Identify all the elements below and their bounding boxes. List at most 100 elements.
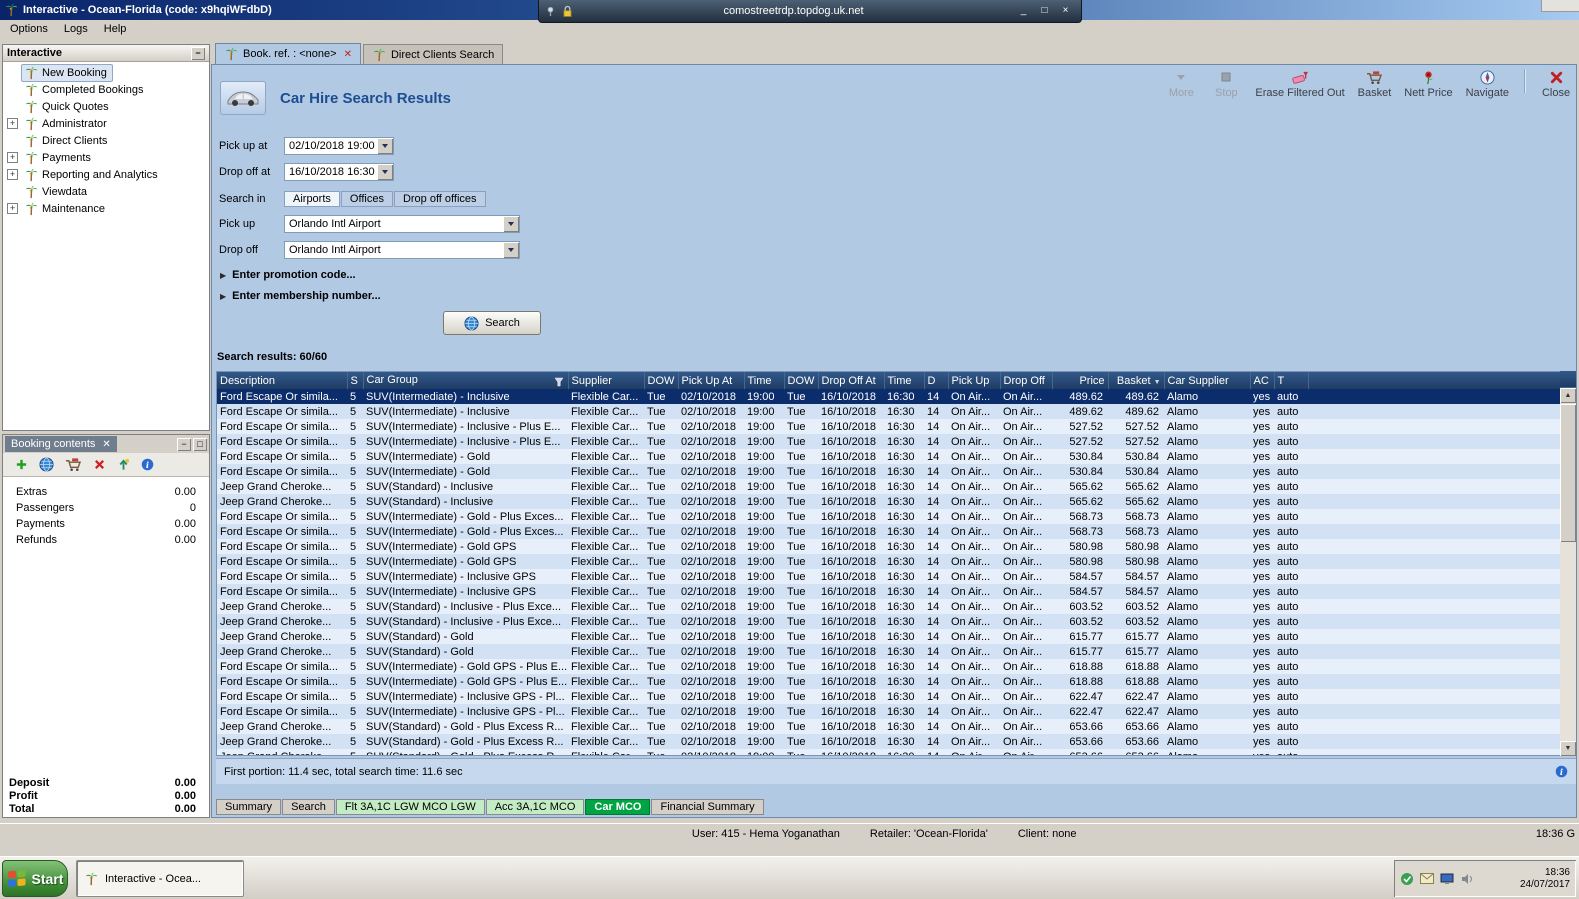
bottom-tab-acc-3a-1c-mco[interactable]: Acc 3A,1C MCO	[485, 799, 585, 815]
column-header-s[interactable]: S	[347, 372, 364, 389]
taskbar-task-button[interactable]: Interactive - Ocea...	[76, 860, 244, 897]
column-header-car-supplier[interactable]: Car Supplier	[1164, 372, 1251, 389]
result-row[interactable]: Ford Escape Or simila... 5 SUV(Intermediat…	[217, 554, 1560, 569]
basket-button[interactable]: Basket	[1358, 67, 1391, 99]
result-row[interactable]: Ford Escape Or simila... 5 SUV(Intermediat…	[217, 419, 1560, 434]
taskbar-clock[interactable]: 18:36 24/07/2017	[1520, 867, 1570, 891]
filter-icon[interactable]	[554, 377, 564, 387]
column-header-supplier[interactable]: Supplier	[568, 372, 645, 389]
result-row[interactable]: Ford Escape Or simila... 5 SUV(Intermediat…	[217, 674, 1560, 689]
result-row[interactable]: Ford Escape Or simila... 5 SUV(Intermediat…	[217, 464, 1560, 479]
nett-price-button[interactable]: Nett Price	[1404, 67, 1453, 99]
result-row[interactable]: Ford Escape Or simila... 5 SUV(Intermediat…	[217, 434, 1560, 449]
chevron-down-icon[interactable]	[503, 216, 519, 232]
scrollbar-thumb[interactable]	[1560, 404, 1576, 542]
bottom-tab-car-mco[interactable]: Car MCO	[585, 799, 651, 815]
booking-row-extras[interactable]: Extras 0.00	[3, 484, 209, 500]
basket-icon[interactable]	[65, 457, 82, 472]
tab-direct-clients-search[interactable]: Direct Clients Search	[362, 44, 504, 64]
upload-icon[interactable]	[117, 458, 130, 471]
search-in-tab-drop-off-offices[interactable]: Drop off offices	[393, 191, 486, 207]
scroll-up-icon[interactable]: ▲	[1560, 388, 1576, 403]
tray-volume-icon[interactable]	[1460, 873, 1474, 885]
info-icon[interactable]: i	[1555, 765, 1568, 778]
sidebar-item-reporting-and-analytics[interactable]: + Reporting and Analytics	[3, 166, 209, 183]
close-icon[interactable]: ✕	[102, 439, 110, 450]
scroll-down-icon[interactable]: ▼	[1560, 741, 1576, 756]
close-tab-icon[interactable]: ✕	[344, 49, 352, 60]
column-header-car-group[interactable]: Car Group	[363, 372, 569, 389]
result-row[interactable]: Ford Escape Or simila... 5 SUV(Intermediat…	[217, 389, 1560, 404]
tab-book-ref-none[interactable]: Book. ref. : <none> ✕	[215, 43, 361, 64]
globe-icon[interactable]	[39, 457, 54, 472]
booking-contents-tab[interactable]: Booking contents ✕	[5, 436, 117, 452]
close-icon[interactable]: ×	[1056, 4, 1075, 19]
column-header-basket[interactable]: Basket ▼	[1108, 372, 1165, 389]
promotion-code-expander[interactable]: ▶ Enter promotion code...	[220, 269, 356, 281]
result-row[interactable]: Ford Escape Or simila... 5 SUV(Intermediat…	[217, 569, 1560, 584]
menu-options[interactable]: Options	[2, 22, 56, 36]
column-header-time-2[interactable]: Time	[884, 372, 925, 389]
minimize-panel-button[interactable]: −	[177, 437, 191, 451]
bottom-tab-search[interactable]: Search	[282, 799, 335, 815]
bottom-tab-financial-summary[interactable]: Financial Summary	[651, 799, 764, 815]
tray-app-icon[interactable]	[1400, 872, 1414, 886]
sidebar-item-administrator[interactable]: + Administrator	[3, 115, 209, 132]
result-row[interactable]: Ford Escape Or simila... 5 SUV(Intermediat…	[217, 659, 1560, 674]
expand-icon[interactable]: +	[7, 152, 18, 163]
column-header-dow[interactable]: DOW	[644, 372, 679, 389]
column-header-t[interactable]: T	[1274, 372, 1309, 389]
result-row[interactable]: Ford Escape Or simila... 5 SUV(Intermediat…	[217, 524, 1560, 539]
column-header-drop-off-at[interactable]: Drop Off At	[818, 372, 885, 389]
booking-row-payments[interactable]: Payments 0.00	[3, 516, 209, 532]
info-icon[interactable]: i	[141, 458, 154, 471]
sidebar-item-new-booking[interactable]: New Booking	[3, 63, 209, 82]
result-row[interactable]: Jeep Grand Cheroke...5SUV(Standard) - Go…	[217, 629, 1560, 644]
result-row[interactable]: Jeep Grand Cheroke...5SUV(Standard) - Go…	[217, 749, 1560, 755]
result-row[interactable]: Ford Escape Or simila... 5 SUV(Intermediat…	[217, 509, 1560, 524]
result-row[interactable]: Ford Escape Or simila... 5 SUV(Intermediat…	[217, 689, 1560, 704]
tray-display-icon[interactable]	[1440, 873, 1454, 885]
bottom-tab-summary[interactable]: Summary	[216, 799, 282, 815]
navigate-button[interactable]: Navigate	[1466, 67, 1509, 99]
result-row[interactable]: Ford Escape Or simila... 5 SUV(Intermediat…	[217, 404, 1560, 419]
result-row[interactable]: Ford Escape Or simila... 5 SUV(Intermediat…	[217, 449, 1560, 464]
result-row[interactable]: Jeep Grand Cheroke...5SUV(Standard) - Go…	[217, 644, 1560, 659]
tray-mail-icon[interactable]	[1420, 873, 1434, 884]
chevron-down-icon[interactable]	[503, 242, 519, 258]
column-header-d[interactable]: D	[924, 372, 949, 389]
close-button[interactable]: Close	[1540, 67, 1572, 99]
column-header-ac[interactable]: AC	[1250, 372, 1275, 389]
erase-filtered-out-button[interactable]: Erase Filtered Out	[1255, 67, 1345, 99]
pin-icon[interactable]	[545, 6, 556, 17]
sidebar-item-maintenance[interactable]: + Maintenance	[3, 200, 209, 217]
sidebar-item-viewdata[interactable]: Viewdata	[3, 183, 209, 200]
add-icon[interactable]	[15, 458, 28, 471]
start-button[interactable]: Start	[2, 860, 68, 897]
booking-row-refunds[interactable]: Refunds 0.00	[3, 532, 209, 548]
search-in-tab-airports[interactable]: Airports	[284, 191, 340, 207]
membership-number-expander[interactable]: ▶ Enter membership number...	[220, 290, 381, 302]
menu-logs[interactable]: Logs	[56, 22, 96, 36]
result-row[interactable]: Ford Escape Or simila... 5 SUV(Intermediat…	[217, 584, 1560, 599]
menu-help[interactable]: Help	[96, 22, 135, 36]
float-panel-button[interactable]: □	[193, 437, 207, 451]
vertical-scrollbar[interactable]: ▲ ▼	[1560, 371, 1576, 756]
column-header-time[interactable]: Time	[744, 372, 785, 389]
result-row[interactable]: Jeep Grand Cheroke... 5 SUV(Standard) - In…	[217, 599, 1560, 614]
restore-icon[interactable]: □	[1035, 4, 1054, 19]
sidebar-item-completed-bookings[interactable]: Completed Bookings	[3, 81, 209, 98]
result-row[interactable]: Jeep Grand Cheroke...5SUV(Standard) - Go…	[217, 734, 1560, 749]
delete-icon[interactable]	[93, 458, 106, 471]
sidebar-item-direct-clients[interactable]: Direct Clients	[3, 132, 209, 149]
sidebar-item-quick-quotes[interactable]: Quick Quotes	[3, 98, 209, 115]
dropoff-location-field[interactable]: Orlando Intl Airport	[284, 241, 520, 259]
expand-icon[interactable]: +	[7, 118, 18, 129]
result-row[interactable]: Jeep Grand Cheroke... 5 SUV(Standard) - In…	[217, 614, 1560, 629]
collapse-panel-button[interactable]: −	[191, 46, 205, 60]
column-header-price[interactable]: Price	[1052, 372, 1109, 389]
result-row[interactable]: Jeep Grand Cheroke...5SUV(Standard) - Go…	[217, 719, 1560, 734]
bottom-tab-flt-3a-1c-lgw-mco-lgw[interactable]: Flt 3A,1C LGW MCO LGW	[335, 799, 485, 815]
dropoff-at-field[interactable]: 16/10/2018 16:30	[284, 163, 394, 181]
column-header-dow-2[interactable]: DOW	[784, 372, 819, 389]
